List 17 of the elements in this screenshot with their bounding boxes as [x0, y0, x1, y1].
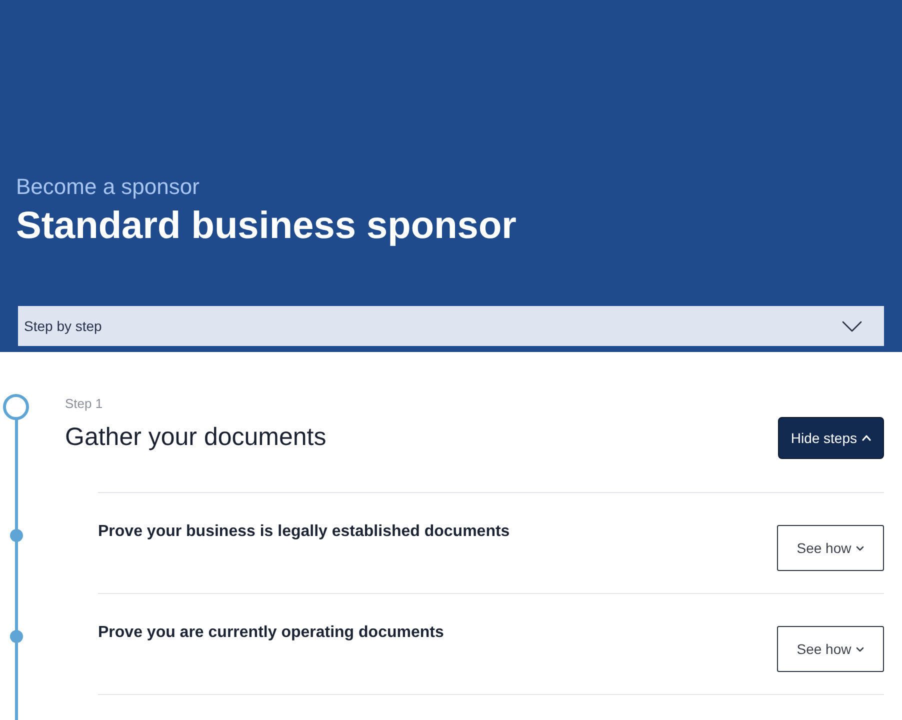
timeline-dot-icon	[10, 630, 22, 643]
step-circle-icon	[3, 394, 29, 420]
step-label: Step 1	[65, 395, 103, 413]
item-title: Prove you are currently operating documents	[98, 623, 444, 643]
page-eyebrow: Become a sponsor	[16, 173, 200, 201]
chevron-down-icon	[856, 546, 864, 550]
see-how-button[interactable]: See how	[777, 525, 884, 571]
see-how-button[interactable]: See how	[777, 626, 884, 672]
step-title: Gather your documents	[65, 422, 326, 453]
timeline-dot-icon	[10, 529, 22, 542]
hide-steps-button[interactable]: Hide steps	[778, 417, 884, 459]
page-title: Standard business sponsor	[16, 204, 516, 249]
chevron-down-icon	[856, 646, 864, 652]
section-dropdown[interactable]: Step by step	[18, 306, 884, 346]
chevron-up-icon	[862, 435, 871, 441]
item-title: Prove your business is legally established documents	[98, 522, 510, 542]
chevron-down-icon	[842, 320, 862, 332]
